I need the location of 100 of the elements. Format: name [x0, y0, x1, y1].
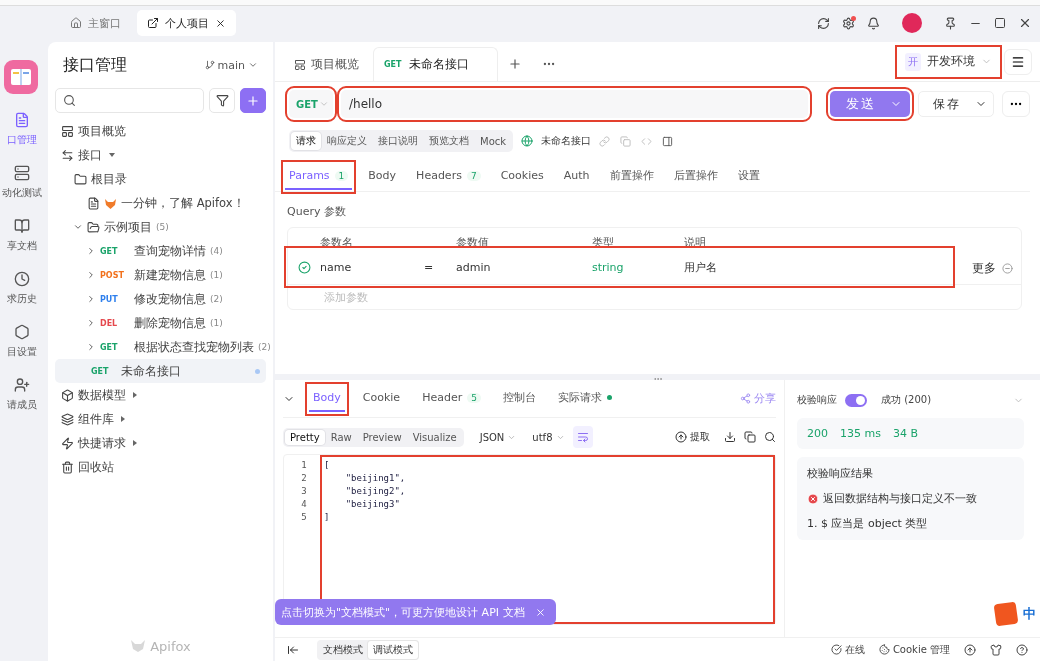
- code-line: [: [324, 459, 330, 472]
- tree-item[interactable]: 数据模型: [55, 383, 266, 407]
- table-cell: string: [592, 260, 624, 274]
- input-method-logo: [993, 601, 1019, 627]
- code-line: "beijing3": [344, 498, 400, 511]
- response-tab[interactable]: Cookie: [358, 385, 405, 412]
- status-item[interactable]: Cookie 管理: [878, 642, 950, 657]
- tree-item[interactable]: 示例项目 (5): [55, 215, 266, 239]
- rail-item[interactable]: 求历史: [0, 271, 44, 306]
- tree-item[interactable]: 接口: [55, 143, 266, 167]
- save-button[interactable]: 保存: [918, 91, 994, 117]
- metric: 200: [807, 427, 828, 440]
- folder-icon: [87, 220, 100, 234]
- tree-item[interactable]: GET 未命名接口: [55, 359, 266, 383]
- document-tab[interactable]: GET 未命名接口: [373, 47, 498, 81]
- search-field[interactable]: [55, 88, 204, 113]
- format-tab[interactable]: Pretty: [285, 429, 325, 445]
- copy-icon[interactable]: [744, 431, 756, 443]
- refresh-icon[interactable]: [817, 16, 830, 30]
- clock-icon: [14, 271, 30, 287]
- parameter-tab[interactable]: 前置操作: [605, 163, 658, 190]
- upload-icon[interactable]: [964, 643, 976, 656]
- app-logo: [4, 60, 38, 94]
- search-icon: [63, 94, 76, 107]
- view-tab[interactable]: 请求: [291, 132, 321, 150]
- tree-item[interactable]: 项目概览: [55, 119, 266, 143]
- document-icon: [87, 196, 100, 210]
- response-tab[interactable]: Header 5: [418, 385, 485, 412]
- wrap-button[interactable]: [572, 426, 593, 448]
- parameter-tab[interactable]: 设置: [733, 163, 764, 190]
- filter-button[interactable]: [209, 88, 235, 113]
- tree-item[interactable]: 根目录: [55, 167, 266, 191]
- tree-item[interactable]: PUT 修改宠物信息 (2): [55, 287, 266, 311]
- error-icon: [807, 492, 819, 505]
- settings-icon[interactable]: [842, 16, 855, 30]
- rail-item[interactable]: 动化测试: [0, 165, 44, 200]
- branch-icon: [204, 60, 215, 70]
- more-link[interactable]: 更多: [972, 260, 996, 277]
- extract-button[interactable]: 提取: [669, 429, 716, 445]
- tree-item[interactable]: GET 查询宠物详情 (4): [55, 239, 266, 263]
- validate-toggle[interactable]: [845, 393, 867, 407]
- branch-select[interactable]: main: [204, 58, 258, 72]
- cookie-icon: [878, 644, 890, 655]
- tree-item[interactable]: 组件库: [55, 407, 266, 431]
- tree-item[interactable]: 一分钟，了解 Apifox！: [55, 191, 266, 215]
- status-select[interactable]: 成功 (200): [881, 393, 932, 407]
- environment-select[interactable]: 开 开发环境: [899, 48, 998, 75]
- language-select[interactable]: JSON: [479, 431, 517, 443]
- parameter-tab[interactable]: Headers 7: [412, 163, 485, 190]
- hexagon-icon: [14, 324, 30, 340]
- response-tab[interactable]: 实际请求: [553, 385, 616, 412]
- check-icon[interactable]: [297, 260, 311, 274]
- add-button[interactable]: [240, 88, 266, 113]
- home-icon: [70, 17, 82, 29]
- close-icon[interactable]: [1018, 16, 1032, 30]
- document-tab[interactable]: 项目概览: [283, 47, 373, 81]
- tree-item[interactable]: 回收站: [55, 455, 266, 479]
- tree-item[interactable]: POST 新建宠物信息 (1): [55, 263, 266, 287]
- layers-icon: [61, 412, 74, 426]
- chevron-down-icon: [248, 60, 258, 70]
- rail-item[interactable]: 享文档: [0, 218, 44, 253]
- section-title: Query 参数: [286, 204, 347, 219]
- encoding-select[interactable]: utf8: [532, 431, 565, 443]
- download-icon[interactable]: [724, 431, 736, 443]
- close-icon[interactable]: [215, 17, 226, 29]
- upload-icon: [675, 431, 687, 443]
- layout-icon: [61, 124, 74, 138]
- pin-icon[interactable]: [944, 16, 957, 30]
- maximize-icon[interactable]: [994, 17, 1006, 29]
- window-tab[interactable]: 主窗口: [60, 10, 131, 36]
- response-tab[interactable]: 控制台: [498, 385, 540, 412]
- error-detail: 1. $ 应当是 object 类型: [807, 516, 928, 531]
- endpoint-name: 未命名接口: [541, 134, 592, 148]
- tooltip: 点击切换为"文档模式"，可更方便地设计 API 文档: [275, 599, 556, 625]
- shirt-icon[interactable]: [990, 643, 1002, 656]
- mode-tab[interactable]: 调试模式: [368, 640, 418, 659]
- rail-item[interactable]: 请成员: [0, 377, 44, 412]
- check-icon: [830, 644, 842, 655]
- avatar[interactable]: [902, 13, 922, 33]
- rail-item[interactable]: 目设置: [0, 324, 44, 359]
- panel-icon[interactable]: [662, 135, 674, 147]
- parameter-tab[interactable]: Cookies: [496, 163, 548, 190]
- search-icon[interactable]: [764, 431, 776, 443]
- window-tab[interactable]: 个人项目: [137, 10, 236, 36]
- parameter-tab[interactable]: 后置操作: [669, 163, 722, 190]
- parameter-tab[interactable]: Body: [364, 163, 401, 190]
- metric: 34 B: [892, 427, 918, 440]
- tree-item[interactable]: 快捷请求: [55, 431, 266, 455]
- code-line: ]: [324, 511, 330, 524]
- plus-icon: [508, 57, 522, 71]
- help-icon[interactable]: [1016, 643, 1028, 656]
- parameter-tab[interactable]: Auth: [559, 163, 594, 190]
- collapse-sidebar-icon[interactable]: [287, 643, 299, 656]
- tree-item[interactable]: DEL 删除宠物信息 (1): [55, 311, 266, 335]
- brand-name: Apifox: [150, 638, 191, 654]
- bell-icon[interactable]: [867, 16, 880, 30]
- table-cell: admin: [456, 260, 491, 274]
- menu-button[interactable]: [1004, 48, 1032, 75]
- status-item[interactable]: 在线: [830, 642, 865, 657]
- rail-item[interactable]: 口管理: [0, 112, 44, 147]
